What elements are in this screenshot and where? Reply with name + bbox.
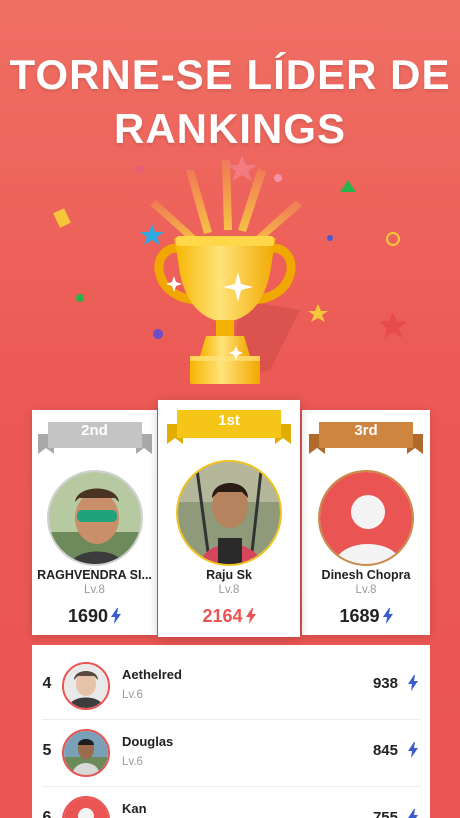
list-item[interactable]: 5 Douglas Lv.6 845 <box>32 720 430 786</box>
list-item[interactable]: 6 Kan 755 <box>32 787 430 818</box>
score-value: 2164 <box>202 606 243 626</box>
player-score: 2164 <box>158 606 300 627</box>
score-value: 1689 <box>339 606 380 626</box>
place-label: 3rd <box>354 422 378 439</box>
player-name: Dinesh Chopra <box>321 568 411 582</box>
confetti <box>227 155 257 181</box>
confetti <box>274 174 282 182</box>
player-name: Aethelred <box>122 667 182 682</box>
podium-card-third[interactable]: 3rd Dinesh Chopra Lv.8 1689 <box>302 410 430 635</box>
avatar[interactable] <box>62 662 110 710</box>
player-score: 1690 <box>32 606 157 627</box>
confetti <box>308 304 328 322</box>
headline-line-1: TORNE-SE LÍDER DE <box>9 51 451 98</box>
confetti <box>53 208 71 228</box>
player-score: 755 <box>372 809 398 818</box>
player-level: Lv.6 <box>122 689 143 701</box>
trophy-illustration <box>53 155 407 384</box>
avatar[interactable] <box>46 470 143 566</box>
podium-card-first[interactable]: 1st Raju Sk Lv.8 2164 <box>158 400 300 637</box>
confetti <box>76 294 84 302</box>
bolt-icon <box>408 675 418 691</box>
bolt-icon <box>408 809 418 818</box>
place-label: 1st <box>218 412 240 429</box>
headline: TORNE-SE LÍDER DE RANKINGS <box>0 48 460 156</box>
bolt-icon <box>111 608 122 624</box>
ranking-list[interactable]: 4 Aethelred Lv.6 938 5 Douglas Lv.6 845 … <box>32 645 430 818</box>
avatar[interactable] <box>176 460 282 566</box>
player-name: Kan <box>122 801 147 816</box>
avatar[interactable] <box>62 796 110 818</box>
player-level: Lv.8 <box>84 584 105 596</box>
place-label: 2nd <box>81 422 108 439</box>
list-item[interactable]: 4 Aethelred Lv.6 938 <box>32 653 430 719</box>
player-level: Lv.8 <box>218 584 240 596</box>
player-score: 938 <box>372 675 398 692</box>
rank-number: 6 <box>42 809 52 818</box>
confetti <box>379 312 407 338</box>
player-score: 1689 <box>302 606 430 627</box>
headline-line-2: RANKINGS <box>113 105 346 152</box>
confetti <box>340 180 356 192</box>
player-name: Douglas <box>122 734 174 749</box>
confetti <box>386 232 400 246</box>
player-level: Lv.6 <box>122 756 143 768</box>
confetti <box>140 224 164 245</box>
confetti <box>153 329 163 339</box>
confetti <box>136 165 144 173</box>
rank-number: 5 <box>42 742 52 759</box>
player-score: 845 <box>372 742 398 759</box>
avatar[interactable] <box>62 729 110 777</box>
bolt-icon <box>245 608 256 624</box>
score-value: 1690 <box>67 606 109 626</box>
avatar[interactable] <box>318 470 414 566</box>
podium-card-second[interactable]: 2nd RAGHVENDRA SI... Lv.8 1690 <box>32 410 157 635</box>
player-name: RAGHVENDRA SI... <box>37 568 152 582</box>
bolt-icon <box>382 608 393 624</box>
confetti <box>327 235 333 241</box>
player-name: Raju Sk <box>206 568 252 582</box>
rank-number: 4 <box>42 675 52 692</box>
bolt-icon <box>408 742 418 758</box>
player-level: Lv.8 <box>355 584 377 596</box>
